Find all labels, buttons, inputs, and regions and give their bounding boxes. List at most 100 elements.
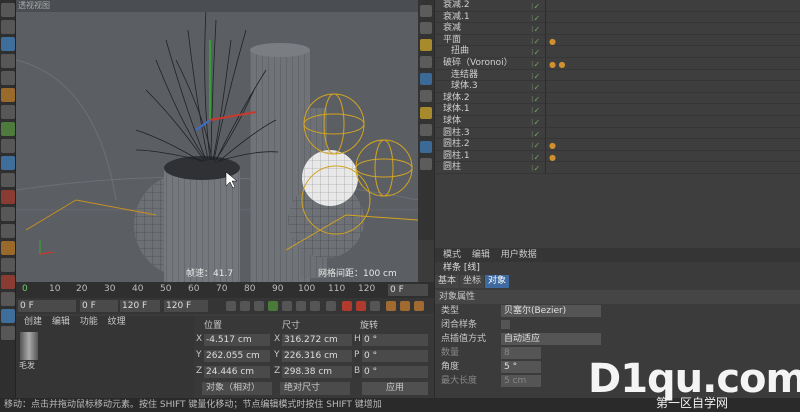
visibility-dots-icon[interactable]: ⁝✓ [531,24,545,34]
interpolation-select[interactable]: 自动适应 [501,333,601,345]
home-icon[interactable] [420,158,432,170]
object-row[interactable]: 扭曲 ⁝✓ [435,46,800,58]
visibility-dots-icon[interactable]: ⁝✓ [531,13,545,23]
position-key-icon[interactable] [386,301,396,311]
rotation-key-icon[interactable] [414,301,424,311]
generator-icon[interactable] [1,122,15,136]
size-z-field[interactable]: 298.38 cm [282,366,352,378]
menu-texture[interactable]: 纹理 [108,317,126,327]
menu-edit[interactable]: 编辑 [52,317,70,327]
move-icon[interactable] [1,37,15,51]
size-y-field[interactable]: 226.316 cm [282,350,352,362]
object-row[interactable]: 平面 ⁝✓ ● [435,34,800,47]
max-length-field[interactable]: 5 cm [501,375,541,387]
filter-icon[interactable] [420,90,432,102]
autokey-icon[interactable] [356,301,366,311]
close-spline-checkbox[interactable] [501,320,510,329]
bookmark-icon[interactable] [420,73,432,85]
rot-b-field[interactable]: 0 ° [362,366,428,378]
scene-icon[interactable] [1,156,15,170]
pos-z-field[interactable]: 24.446 cm [204,366,270,378]
current-frame-field[interactable]: 0 F [388,284,428,296]
pos-x-field[interactable]: -4.517 cm [204,334,270,346]
end-frame-field[interactable]: 120 F [164,300,208,312]
prev-frame-icon[interactable] [254,301,264,311]
menu-edit[interactable]: 编辑 [472,250,490,260]
snap-icon[interactable] [1,275,15,289]
timeline-ruler[interactable]: 0 10 20 30 40 50 60 70 80 90 100 110 120… [16,282,434,298]
scale-key-icon[interactable] [400,301,410,311]
scale-icon[interactable] [1,54,15,68]
visibility-dots-icon[interactable]: ⁝✓ [531,47,545,57]
visibility-dots-icon[interactable]: ⁝✓ [531,140,545,150]
preview-start-field[interactable]: 0 F [80,300,118,312]
search-icon[interactable] [420,124,432,136]
file-icon[interactable] [420,5,432,17]
visibility-dots-icon[interactable]: ⁝✓ [531,36,545,46]
tab-coord[interactable]: 坐标 [460,275,485,288]
menu-mode[interactable]: 模式 [443,250,461,260]
object-row[interactable]: 圆柱 ⁝✓ [435,162,800,174]
visibility-dots-icon[interactable]: ⁝✓ [531,1,545,11]
size-mode-dropdown[interactable]: 绝对尺寸 [280,382,350,395]
polygons-mode-icon[interactable] [1,241,15,255]
object-row[interactable]: 圆柱.1 ⁝✓ ● [435,150,800,163]
layer-icon[interactable] [420,107,432,119]
rot-h-field[interactable]: 0 ° [362,334,428,346]
view-icon[interactable] [420,141,432,153]
size-x-field[interactable]: 316.272 cm [282,334,352,346]
object-row[interactable]: 圆柱.2 ⁝✓ ● [435,139,800,151]
tab-basic[interactable]: 基本 [435,275,460,288]
visibility-dots-icon[interactable]: ⁝✓ [531,105,545,115]
loop-icon[interactable] [326,301,336,311]
camera-icon[interactable] [1,173,15,187]
tag-icon[interactable] [420,56,432,68]
grid-icon[interactable] [1,326,15,340]
object-row[interactable]: 球体 ⁝✓ [435,115,800,128]
next-frame-icon[interactable] [282,301,292,311]
visibility-dots-icon[interactable]: ⁝✓ [531,82,545,92]
edit-icon[interactable] [420,22,432,34]
points-mode-icon[interactable] [1,207,15,221]
hair-material-thumbnail[interactable] [20,332,38,360]
pos-y-field[interactable]: 262.055 cm [204,350,270,362]
menu-create[interactable]: 创建 [24,317,42,327]
number-field[interactable]: 8 [501,347,541,359]
type-select[interactable]: 贝塞尔(Bezier) [501,305,601,317]
undo-icon[interactable] [1,3,15,17]
next-key-icon[interactable] [296,301,306,311]
visibility-dots-icon[interactable]: ⁝✓ [531,129,545,139]
play-icon[interactable] [268,301,278,311]
tab-object[interactable]: 对象 [485,275,510,288]
deformer-icon[interactable] [1,139,15,153]
object-row[interactable]: 球体.3 ⁝✓ [435,81,800,93]
rotate-icon[interactable] [1,71,15,85]
apply-button[interactable]: 应用 [362,382,428,395]
start-frame-field[interactable]: 0 F [18,300,76,312]
pen-icon[interactable] [1,105,15,119]
object-row[interactable]: 球体.1 ⁝✓ [435,104,800,116]
go-end-icon[interactable] [310,301,320,311]
record-icon[interactable] [342,301,352,311]
object-row[interactable]: 衰减 ⁝✓ [435,23,800,35]
visibility-dots-icon[interactable]: ⁝✓ [531,94,545,104]
edges-mode-icon[interactable] [1,224,15,238]
menu-user-data[interactable]: 用户数据 [501,250,537,260]
light-icon[interactable] [1,190,15,204]
visibility-dots-icon[interactable]: ⁝✓ [531,71,545,81]
3d-viewport[interactable]: 透视视图 帧速：41.7 网格间距：100 cm [16,0,418,282]
object-row[interactable]: 衰减.2 ⁝✓ [435,0,800,12]
object-row[interactable]: 破碎（Voronoi） ⁝✓ ● ● [435,57,800,70]
angle-field[interactable]: 5 ° [501,361,541,373]
rot-p-field[interactable]: 0 ° [362,350,428,362]
cube-icon[interactable] [1,88,15,102]
object-row[interactable]: 圆柱.3 ⁝✓ [435,127,800,140]
preview-end-field[interactable]: 120 F [120,300,160,312]
object-icon[interactable] [420,39,432,51]
object-row[interactable]: 衰减.1 ⁝✓ [435,11,800,24]
visibility-dots-icon[interactable]: ⁝✓ [531,163,545,173]
visibility-dots-icon[interactable]: ⁝✓ [531,152,545,162]
select-icon[interactable] [1,20,15,34]
lock-icon[interactable] [1,309,15,323]
menu-function[interactable]: 功能 [80,317,98,327]
